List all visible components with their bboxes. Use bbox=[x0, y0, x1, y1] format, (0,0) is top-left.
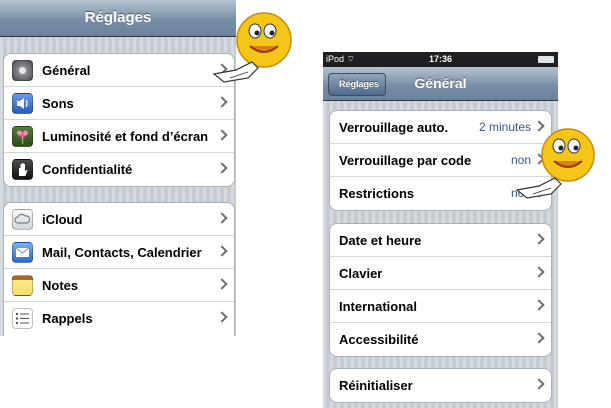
left-settings-screen: Réglages Général Sons Luminosité et fond… bbox=[0, 0, 236, 336]
general-item-reset[interactable]: Réinitialiser bbox=[330, 369, 551, 402]
left-group-2: iCloud Mail, Contacts, Calendrier Notes … bbox=[3, 202, 235, 336]
settings-item-brightness[interactable]: Luminosité et fond d’écran bbox=[4, 120, 234, 153]
speaker-icon bbox=[12, 93, 33, 114]
general-item-date-time[interactable]: Date et heure bbox=[330, 224, 551, 257]
gear-icon bbox=[12, 60, 33, 81]
general-item-label: Verrouillage par code bbox=[339, 153, 472, 168]
settings-item-label: Mail, Contacts, Calendrier bbox=[42, 245, 202, 260]
chevron-right-icon bbox=[216, 311, 228, 323]
smiley-pointer-icon bbox=[515, 128, 595, 199]
general-item-label: Accessibilité bbox=[339, 332, 419, 347]
settings-item-label: Confidentialité bbox=[42, 162, 133, 177]
hand-icon bbox=[12, 159, 33, 180]
right-group-3: Réinitialiser bbox=[329, 368, 552, 403]
right-general-screen: iPod ⌔ 17:36 Réglages Général Verrouilla… bbox=[323, 52, 558, 408]
settings-item-sounds[interactable]: Sons bbox=[4, 87, 234, 120]
chevron-right-icon bbox=[216, 212, 228, 224]
status-bar: iPod ⌔ 17:36 bbox=[323, 52, 558, 67]
chevron-right-icon bbox=[216, 162, 228, 174]
left-nav-title: Réglages bbox=[84, 9, 152, 26]
flower-icon bbox=[12, 126, 33, 147]
settings-item-general[interactable]: Général bbox=[4, 54, 234, 87]
chevron-right-icon bbox=[533, 332, 545, 344]
general-item-label: Réinitialiser bbox=[339, 378, 413, 393]
chevron-right-icon bbox=[533, 233, 545, 245]
notes-icon bbox=[12, 275, 33, 296]
settings-item-icloud[interactable]: iCloud bbox=[4, 203, 234, 236]
chevron-right-icon bbox=[533, 266, 545, 278]
cloud-icon bbox=[12, 209, 33, 230]
general-item-international[interactable]: International bbox=[330, 290, 551, 323]
settings-item-reminders[interactable]: Rappels bbox=[4, 302, 234, 335]
settings-item-label: Sons bbox=[42, 96, 74, 111]
settings-item-label: Luminosité et fond d’écran bbox=[42, 129, 209, 144]
right-nav-bar: Réglages Général bbox=[323, 67, 558, 101]
chevron-right-icon bbox=[216, 129, 228, 141]
general-item-label: Date et heure bbox=[339, 233, 422, 248]
mail-icon bbox=[12, 242, 33, 263]
settings-item-mail[interactable]: Mail, Contacts, Calendrier bbox=[4, 236, 234, 269]
settings-item-privacy[interactable]: Confidentialité bbox=[4, 153, 234, 186]
chevron-right-icon bbox=[533, 378, 545, 390]
smiley-pointer-icon bbox=[212, 12, 292, 83]
settings-item-label: iCloud bbox=[42, 212, 83, 227]
general-item-label: Restrictions bbox=[339, 186, 415, 201]
back-button[interactable]: Réglages bbox=[328, 73, 387, 96]
chevron-right-icon bbox=[216, 278, 228, 290]
right-nav-title: Général bbox=[414, 75, 467, 91]
right-group-2: Date et heure Clavier International Acce… bbox=[329, 223, 552, 357]
left-group-1: Général Sons Luminosité et fond d’écran … bbox=[3, 53, 235, 187]
status-time: 17:36 bbox=[428, 54, 453, 64]
battery-icon bbox=[538, 56, 554, 63]
general-item-label: Verrouillage auto. bbox=[339, 120, 449, 135]
general-item-accessibility[interactable]: Accessibilité bbox=[330, 323, 551, 356]
general-item-keyboard[interactable]: Clavier bbox=[330, 257, 551, 290]
reminders-icon bbox=[12, 308, 33, 329]
settings-item-notes[interactable]: Notes bbox=[4, 269, 234, 302]
settings-item-label: Général bbox=[42, 63, 91, 78]
chevron-right-icon bbox=[216, 245, 228, 257]
general-item-label: Clavier bbox=[339, 266, 383, 281]
settings-item-label: Notes bbox=[42, 278, 79, 293]
chevron-right-icon bbox=[533, 299, 545, 311]
general-item-label: International bbox=[339, 299, 418, 314]
settings-item-label: Rappels bbox=[42, 311, 93, 326]
left-nav-bar: Réglages bbox=[0, 0, 236, 37]
